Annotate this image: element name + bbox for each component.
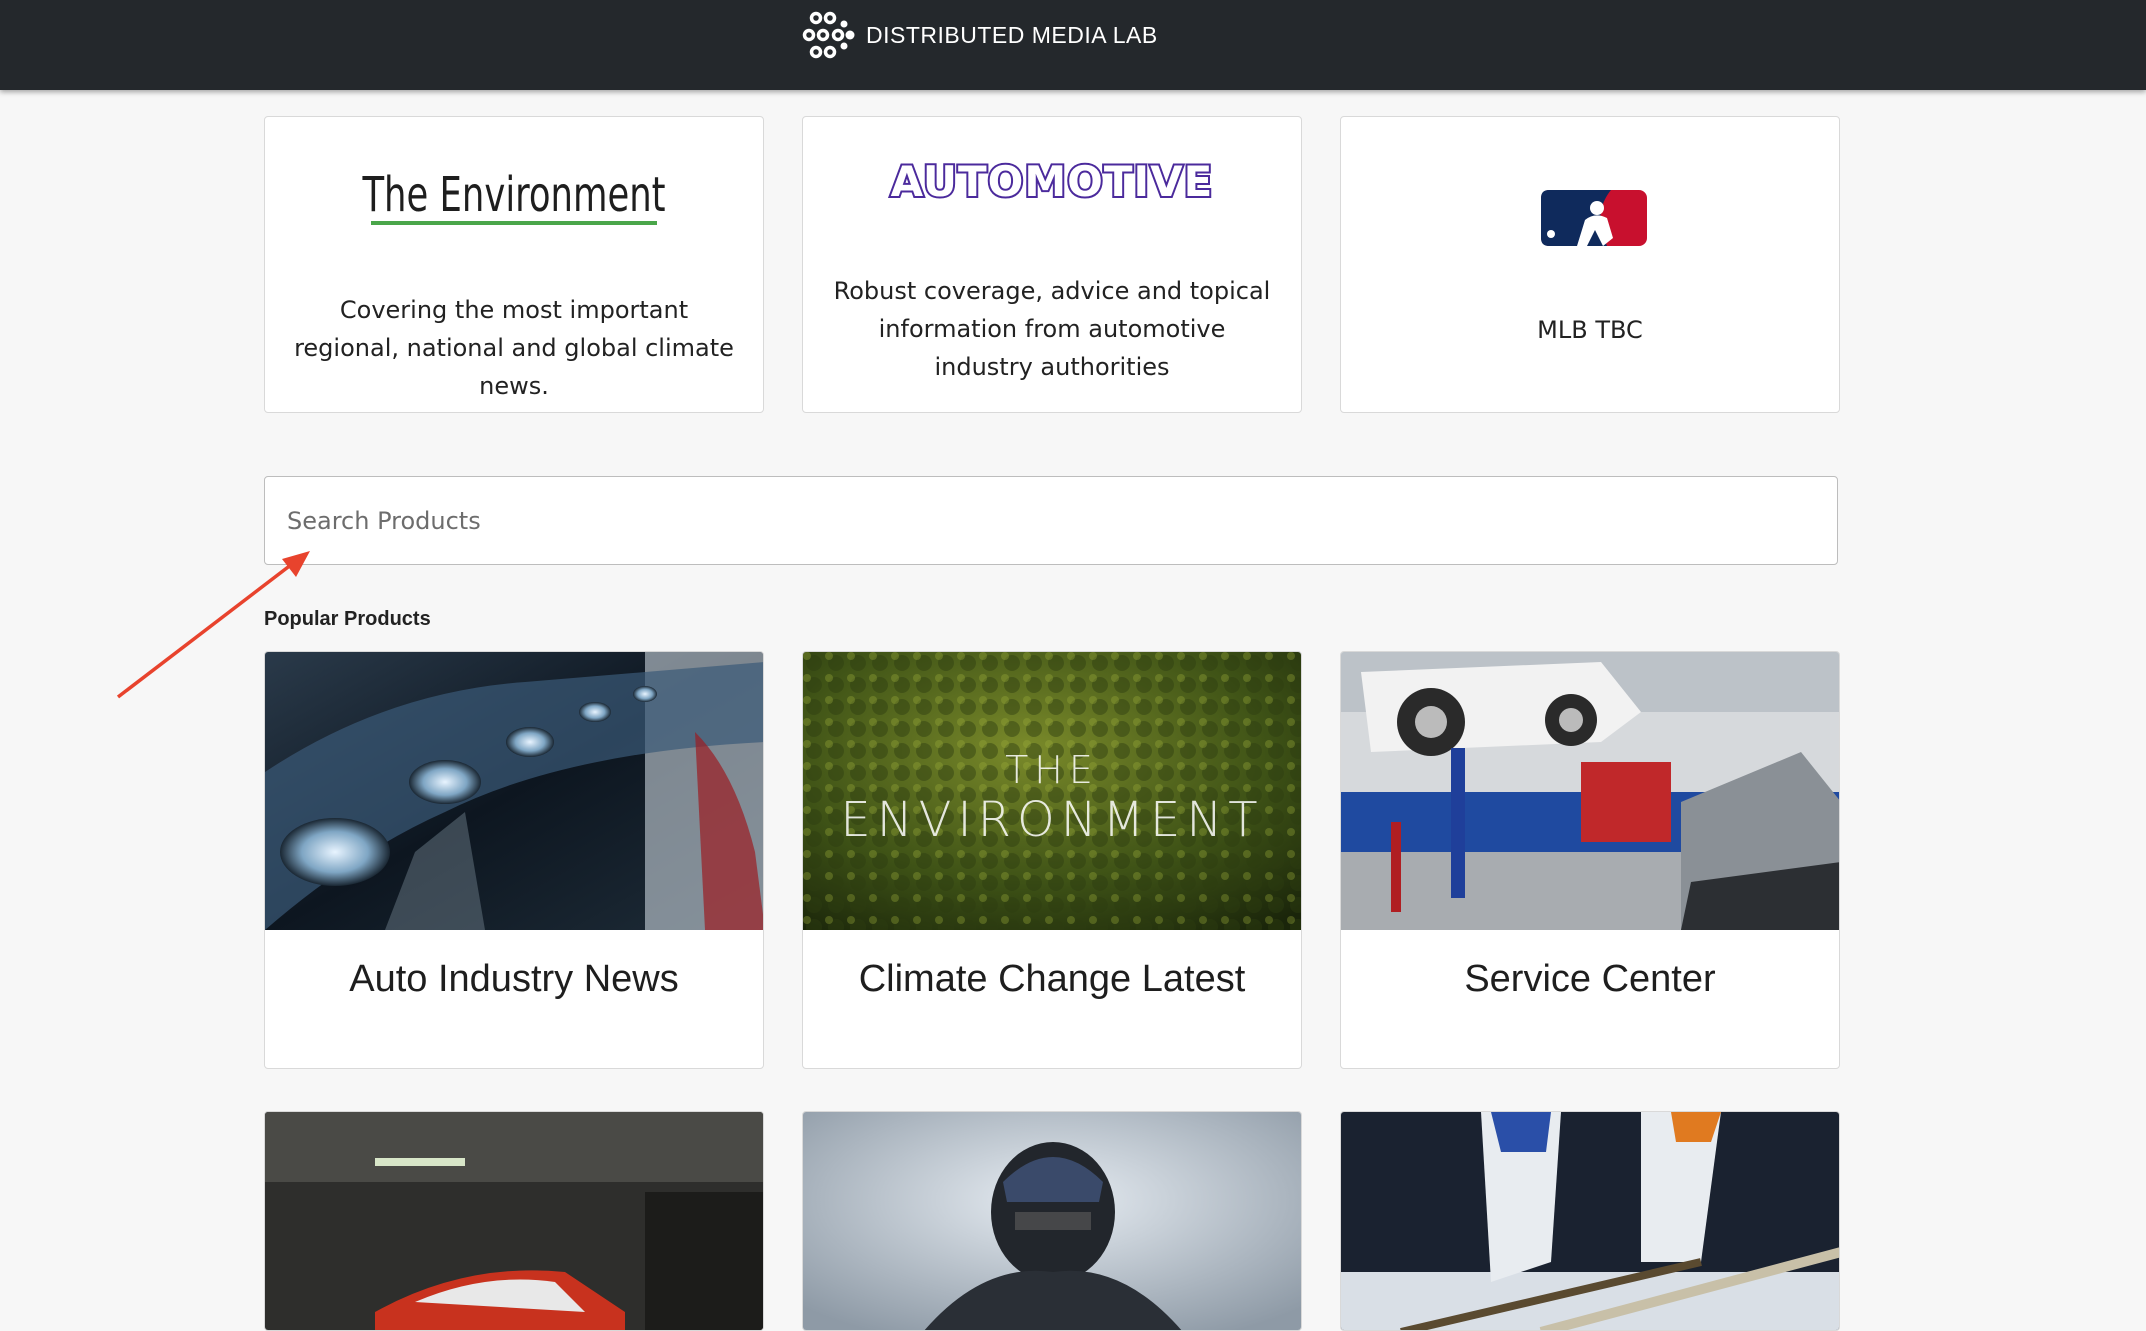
featured-card-description: Covering the most important regional, na… xyxy=(294,296,734,400)
automotive-logo: AUTOMOTIVE xyxy=(889,155,1215,208)
featured-card-automotive[interactable]: AUTOMOTIVE Robust coverage, advice and t… xyxy=(802,116,1302,413)
product-title: Auto Industry News xyxy=(349,958,679,1000)
product-card-climate-change-latest[interactable]: THE ENVIRONMENT Climate Change Latest xyxy=(802,651,1302,1069)
product-card-sports-car[interactable] xyxy=(264,1111,764,1331)
auto-garage-photo xyxy=(1341,652,1839,930)
featured-card-description: MLB TBC xyxy=(1537,316,1643,344)
environment-overlay-the: THE xyxy=(1005,748,1099,792)
forest-photo: THE ENVIRONMENT xyxy=(803,652,1301,930)
search-products-input[interactable] xyxy=(264,476,1838,565)
product-title: Climate Change Latest xyxy=(858,958,1246,1000)
product-card-auto-industry-news[interactable]: Auto Industry News xyxy=(264,651,764,1069)
featured-card-mlb[interactable]: MLB TBC xyxy=(1340,116,1840,413)
product-card-football[interactable] xyxy=(802,1111,1302,1331)
product-card-hockey[interactable] xyxy=(1340,1111,1840,1331)
environment-logo: The Environment xyxy=(362,167,666,223)
featured-card-environment[interactable]: The Environment Covering the most import… xyxy=(264,116,764,413)
product-card-service-center[interactable]: Service Center xyxy=(1340,651,1840,1069)
brand-logo-link[interactable]: DISTRIBUTED MEDIA LAB xyxy=(800,8,1158,62)
product-title: Service Center xyxy=(1464,958,1716,1000)
featured-card-description: Robust coverage, advice and topical info… xyxy=(833,277,1271,381)
environment-overlay-title: ENVIRONMENT xyxy=(840,792,1264,848)
mlb-logo-icon xyxy=(1541,190,1647,246)
brand-name: DISTRIBUTED MEDIA LAB xyxy=(866,21,1158,48)
football-player-photo xyxy=(803,1112,1301,1330)
top-navigation-bar: DISTRIBUTED MEDIA LAB xyxy=(0,0,2146,90)
hockey-players-photo xyxy=(1341,1112,1839,1330)
parked-cars-photo xyxy=(265,652,763,930)
sports-car-garage-photo xyxy=(265,1112,763,1330)
annotation-arrow-icon xyxy=(116,551,310,699)
environment-logo-underline xyxy=(371,221,657,225)
dml-logo-icon xyxy=(802,11,855,59)
